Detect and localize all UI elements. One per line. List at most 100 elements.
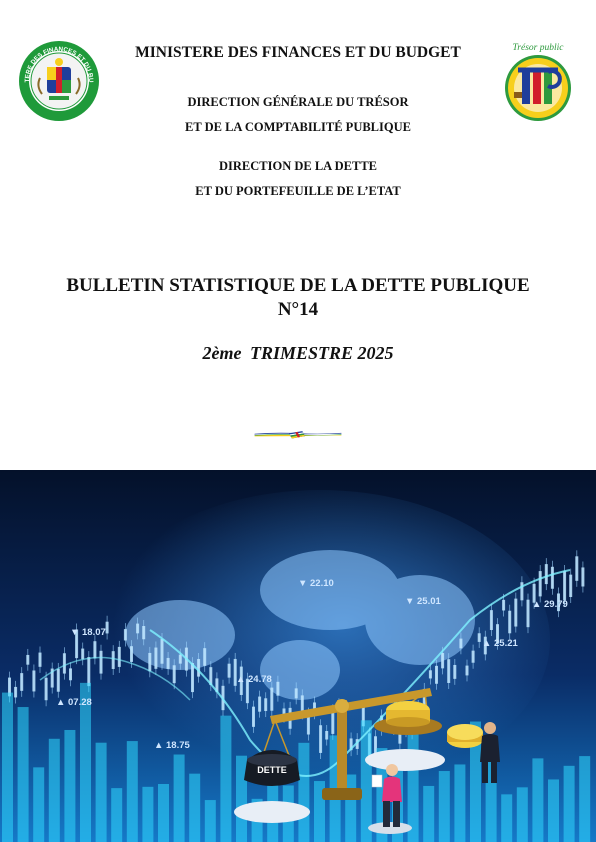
candle-body — [191, 663, 194, 693]
glow-bar — [33, 767, 45, 842]
glow-bar — [548, 779, 559, 842]
glow-bar — [454, 764, 466, 842]
glow-bar — [532, 758, 544, 842]
glow-bar — [516, 787, 528, 842]
glow-bar — [298, 742, 310, 842]
direction-generale-line2: ET DE LA COMPTABILITÉ PUBLIQUE — [185, 120, 411, 134]
glow-bar — [158, 783, 169, 842]
candle-body — [508, 610, 512, 634]
tresor-logo-text: Trésor public — [513, 43, 565, 53]
candle-body — [563, 571, 567, 601]
candle-body — [111, 651, 115, 669]
bulletin-period: 2ème TRIMESTRE 2025 — [20, 343, 576, 364]
candle-body — [227, 663, 231, 678]
candle-body — [252, 706, 255, 727]
glow-bar — [189, 773, 201, 842]
glow-bar — [220, 715, 232, 842]
candle-body — [105, 621, 109, 634]
candle-body — [294, 688, 298, 699]
glow-bar — [204, 800, 216, 842]
candle-body — [117, 646, 121, 667]
label-value-5: 25.21 — [494, 638, 518, 649]
candle-body — [477, 633, 481, 642]
candle-body — [544, 564, 548, 585]
chart-label-8: ▲ 18.75 — [154, 740, 190, 751]
glow-bar — [173, 754, 185, 842]
dette-label: DETTE — [257, 765, 287, 775]
candle-body — [197, 658, 201, 677]
period-label: TRIMESTRE 2025 — [249, 343, 394, 363]
label-arrow-6: ▲ — [236, 674, 245, 685]
candle-body — [514, 598, 518, 627]
flag-icon — [288, 431, 305, 439]
glow-bar — [423, 785, 435, 842]
candle-body — [99, 650, 103, 674]
candle-body — [178, 654, 182, 664]
label-arrow-3: ▲ — [532, 599, 541, 610]
glow-bar — [95, 742, 107, 842]
candle-body — [130, 646, 133, 662]
candle-body — [172, 665, 176, 684]
candle-body — [581, 567, 585, 587]
period-ordinal: 2ème — [202, 343, 242, 363]
candle-body — [435, 665, 438, 684]
page: MINISTERE DES FINANCES ET DU BUDGET Trés… — [0, 0, 596, 842]
chart-label-5: ▲ 25.21 — [482, 638, 518, 649]
label-value-3: 29.79 — [544, 599, 568, 610]
candle-body — [56, 668, 60, 692]
candle-body — [447, 659, 451, 683]
label-value-4: 18.07 — [82, 627, 106, 638]
glow-bar — [407, 727, 419, 842]
bulletin-number: N°14 — [277, 299, 319, 320]
direction-generale: DIRECTION GÉNÉRALE DU TRÉSOR ET DE LA CO… — [110, 90, 486, 140]
candle-body — [264, 698, 268, 712]
label-value-2: 25.01 — [417, 596, 441, 607]
candle-body — [428, 670, 432, 679]
glow-bar — [2, 692, 13, 842]
candle-body — [258, 696, 262, 712]
candle-body — [148, 652, 152, 672]
candle-body — [62, 653, 66, 674]
candle-body — [123, 629, 127, 641]
candle-body — [441, 652, 445, 669]
chart-label-6: ▲ 24.78 — [236, 674, 272, 685]
label-value-1: 22.10 — [310, 578, 334, 589]
candle-body — [453, 664, 457, 679]
label-value-7: 07.28 — [68, 697, 92, 708]
tresor-public-logo-icon: Trésor public — [505, 43, 571, 121]
glow-bar — [126, 741, 138, 842]
candle-body — [93, 641, 97, 659]
glow-bar — [579, 756, 591, 842]
ministry-seal-icon: MINISTERE DES FINANCES ET DU BUDGET — [18, 40, 99, 121]
candle-body — [569, 574, 573, 597]
gold-coins-icon — [447, 724, 483, 748]
ministry-name: MINISTERE DES FINANCES ET DU BUDGET — [135, 44, 461, 61]
candle-body — [69, 668, 72, 681]
glow-bar — [142, 786, 154, 842]
label-arrow-5: ▲ — [482, 638, 491, 649]
candle-body — [502, 599, 506, 611]
candle-body — [20, 673, 24, 691]
candle-body — [319, 725, 323, 753]
candle-body — [26, 654, 30, 665]
label-arrow-4: ▼ — [70, 627, 79, 638]
chart-label-1: ▼ 22.10 — [298, 578, 334, 589]
candle-body — [160, 639, 164, 664]
candle-body — [38, 652, 42, 667]
candle-body — [166, 657, 170, 669]
label-value-8: 18.75 — [166, 740, 190, 751]
glow-bar — [64, 729, 76, 842]
cover-illustration: ▼ 22.10 ▼ 25.01 ▲ 29.79 ▼ 18.07 ▲ 25.21 ▲ 24.7… — [0, 470, 596, 842]
label-value-6: 24.78 — [248, 674, 272, 685]
candle-body — [331, 710, 335, 734]
glow-bar — [501, 794, 513, 842]
glow-bar — [48, 738, 60, 842]
candle-body — [465, 665, 469, 676]
glow-bar — [111, 788, 123, 842]
candle-body — [87, 657, 91, 687]
glow-bar — [17, 707, 29, 842]
direction-dette-line1: DIRECTION DE LA DETTE — [218, 159, 378, 173]
bulletin-title-line1: BULLETIN STATISTIQUE DE LA DETTE PUBLIQU… — [66, 275, 530, 296]
candle-body — [538, 571, 542, 597]
candle-body — [270, 687, 274, 711]
